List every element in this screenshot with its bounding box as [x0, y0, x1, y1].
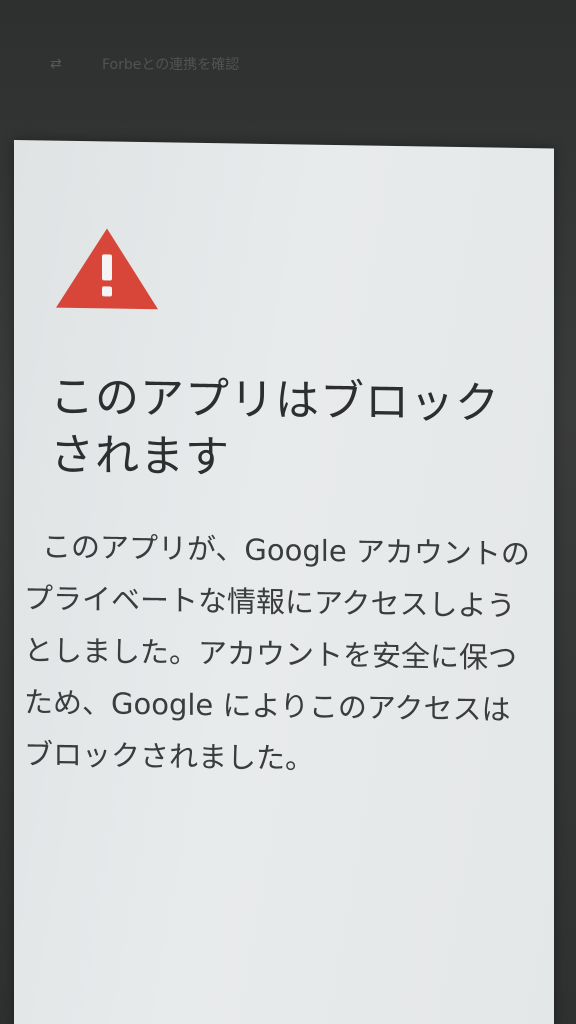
dialog-title: このアプリはブロックされます — [50, 371, 500, 484]
dialog-message: このアプリが、Google アカウントのプライベートな情報にアクセスしようとしま… — [24, 529, 530, 776]
screen: ⇄ Forbeとの連携を確認 このアプリはブロックされます このアプリが、Goo… — [0, 0, 576, 1024]
warning-icon — [56, 228, 158, 310]
blocked-app-dialog: このアプリはブロックされます このアプリが、Google アカウントのプライベー… — [14, 140, 554, 1024]
link-icon: ⇄ — [50, 56, 62, 72]
background-row: ⇄ Forbeとの連携を確認 — [50, 54, 239, 74]
background-text: Forbeとの連携を確認 — [102, 57, 240, 73]
